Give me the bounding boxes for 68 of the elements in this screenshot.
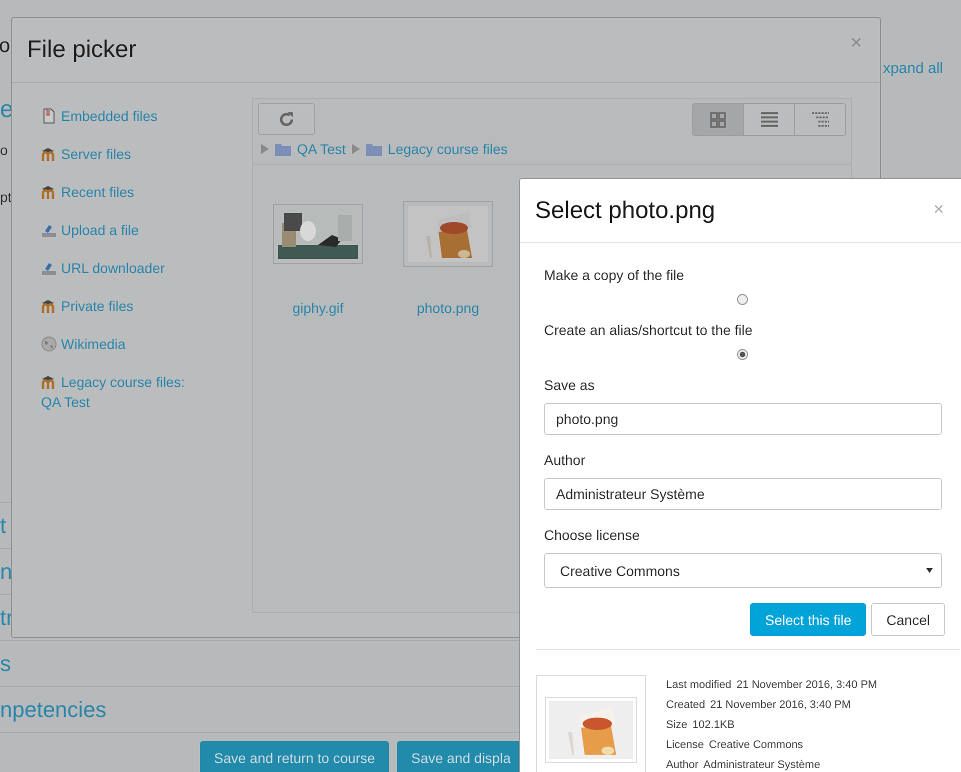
repository-link[interactable]: Server files	[41, 144, 206, 164]
folder-icon	[275, 142, 291, 156]
repository-link[interactable]: Private files	[41, 296, 206, 316]
dialog-title: File picker	[27, 36, 136, 64]
file-item[interactable]: giphy.gif	[263, 201, 373, 316]
close-button[interactable]: ×	[927, 198, 950, 221]
repository-link[interactable]: Wikimedia	[41, 334, 206, 354]
view-button[interactable]	[743, 103, 795, 136]
expand-all-link[interactable]: xpand all	[882, 59, 943, 79]
upload-icon	[41, 260, 57, 276]
breadcrumb-link[interactable]: QA Test	[275, 141, 346, 157]
section-link[interactable]: npetencies	[0, 696, 106, 722]
list-icon	[760, 111, 778, 128]
detail-value: 21 November 2016, 3:40 PM	[736, 678, 878, 693]
section-link[interactable]: n	[0, 558, 12, 584]
option-label: Create an alias/shortcut to the file	[544, 322, 753, 338]
dialog-title: Select photo.png	[535, 196, 716, 224]
radio-button[interactable]	[737, 294, 748, 304]
globe-icon	[41, 336, 57, 352]
field-label: Save as	[544, 376, 596, 395]
dialog-button[interactable]: Select this file	[750, 603, 866, 636]
detail-value: 21 November 2016, 3:40 PM	[710, 698, 851, 713]
graduation-cap-icon	[41, 146, 57, 162]
close-button[interactable]: ×	[844, 30, 868, 56]
refresh-icon	[278, 110, 295, 128]
author-field[interactable]: Administrateur Système	[544, 478, 942, 510]
refresh-button[interactable]	[258, 103, 315, 135]
repository-link[interactable]: Embedded files	[41, 106, 206, 126]
repository-link[interactable]: URL downloader	[41, 258, 206, 278]
detail-label: Created	[666, 698, 706, 713]
option-label: Make a copy of the file	[544, 267, 684, 283]
repository-link[interactable]: Legacy course files: QA Test	[41, 372, 206, 412]
detail-label: Last modified	[666, 678, 732, 693]
section-link[interactable]: s	[0, 650, 11, 676]
triangle-icon	[352, 144, 360, 154]
graduation-cap-icon	[41, 298, 57, 314]
repository-link[interactable]: Recent files	[41, 182, 206, 202]
graduation-cap-icon	[41, 184, 57, 200]
triangle-icon	[261, 144, 269, 154]
detail-label: Size	[666, 718, 688, 733]
folder-icon	[366, 142, 382, 156]
page-heading: o	[0, 35, 10, 57]
grid-icon	[710, 112, 726, 128]
breadcrumb-link[interactable]: Legacy course files	[366, 141, 508, 157]
view-button[interactable]	[794, 103, 846, 136]
view-button[interactable]	[692, 103, 744, 136]
tree-list-icon	[812, 111, 828, 128]
detail-value: 102.1KB	[692, 718, 735, 733]
upload-icon	[41, 222, 57, 238]
file-item[interactable]: photo.png	[393, 201, 503, 316]
field-label: Author	[544, 451, 586, 470]
caret-icon	[926, 568, 933, 573]
dialog-button[interactable]: Cancel	[871, 603, 945, 636]
detail-value: Creative Commons	[708, 738, 804, 753]
detail-label: Author	[666, 758, 698, 772]
detail-value: Administrateur Système	[703, 758, 820, 772]
license-dropdown[interactable]: Creative Commons	[544, 553, 942, 588]
detail-label: License	[666, 738, 704, 753]
save-as-field[interactable]: photo.png	[544, 403, 942, 435]
graduation-cap-icon	[41, 374, 57, 390]
radio-button[interactable]	[737, 348, 748, 360]
page-text: pt	[0, 189, 12, 205]
field-label: Choose license	[544, 526, 641, 545]
section-link[interactable]: t	[0, 512, 6, 538]
document-icon	[41, 108, 57, 124]
save-button[interactable]: Save and return to course	[200, 741, 390, 772]
page-text: o	[0, 142, 8, 158]
repository-link[interactable]: Upload a file	[41, 220, 206, 240]
